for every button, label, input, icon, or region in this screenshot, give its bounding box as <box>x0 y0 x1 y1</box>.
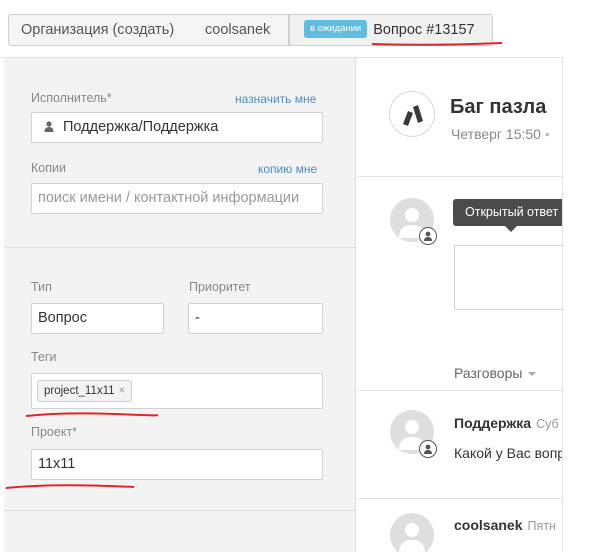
type-select[interactable]: Вопрос <box>31 303 164 334</box>
cc-me-link[interactable]: копию мне <box>258 162 317 176</box>
priority-select[interactable]: - <box>188 303 323 334</box>
divider <box>357 176 562 177</box>
cc-label: Копии <box>31 161 66 175</box>
priority-label: Приоритет <box>189 280 251 294</box>
type-label: Тип <box>31 280 52 294</box>
assign-to-me-link[interactable]: назначить мне <box>235 92 316 106</box>
avatar-placeholder-icon <box>399 523 425 552</box>
tab-ticket-label: Вопрос #13157 <box>373 22 475 39</box>
ticket-main: Баг пазла Четверг 15:50 • Открытый ответ… <box>357 58 563 552</box>
divider <box>4 247 356 248</box>
assignee-field[interactable]: Поддержка/Поддержка <box>31 112 323 143</box>
ticket-title: Баг пазла <box>450 96 547 118</box>
tab-bar: Организация (создать) coolsanek в ожидан… <box>0 0 563 58</box>
tags-label: Теги <box>31 350 57 364</box>
tag-remove-icon[interactable]: × <box>119 385 126 397</box>
project-field[interactable]: 11x11 <box>31 449 323 480</box>
comment-author[interactable]: coolsanek Пятн <box>454 517 556 533</box>
reply-type-tooltip: Открытый ответ <box>453 199 562 226</box>
comment-time: Пятн <box>527 519 556 533</box>
agent-badge-icon <box>419 440 437 458</box>
assignee-value: Поддержка/Поддержка <box>63 119 219 135</box>
tooltip-arrow <box>505 226 517 232</box>
divider <box>357 390 562 391</box>
conversations-filter[interactable]: Разговоры <box>454 365 537 381</box>
assignee-label: Исполнитель* <box>31 91 112 105</box>
comment-author-avatar <box>390 513 434 552</box>
annotation-underline-project <box>5 484 135 489</box>
cc-search-input[interactable]: поиск имени / контактной информации <box>31 183 323 214</box>
comment-time: Суб <box>536 417 559 431</box>
tab-user[interactable]: coolsanek <box>193 14 289 46</box>
divider <box>4 510 356 511</box>
reply-textarea[interactable] <box>454 245 562 310</box>
tab-organization[interactable]: Организация (создать) <box>8 14 194 46</box>
organization-logo <box>389 91 435 137</box>
annotation-underline-ticket <box>371 42 503 46</box>
annotation-underline-tags <box>25 412 159 417</box>
comment-text: Какой у Вас вопрос <box>454 445 562 461</box>
project-label: Проект* <box>31 425 78 439</box>
agent-badge-icon <box>419 227 437 245</box>
ticket-properties-sidebar: Исполнитель* назначить мне Поддержка/Под… <box>4 58 356 552</box>
logo-icon <box>403 105 423 126</box>
status-badge: в ожидании <box>304 20 368 39</box>
user-icon <box>44 121 54 132</box>
ticket-time: Четверг 15:50 • <box>451 126 550 142</box>
divider <box>357 498 562 499</box>
chevron-down-icon <box>528 372 537 377</box>
comment-author[interactable]: Поддержка Суб <box>454 415 559 431</box>
tag-pill[interactable]: project_11x11 × <box>37 380 133 402</box>
tag-label: project_11x11 <box>44 385 115 397</box>
